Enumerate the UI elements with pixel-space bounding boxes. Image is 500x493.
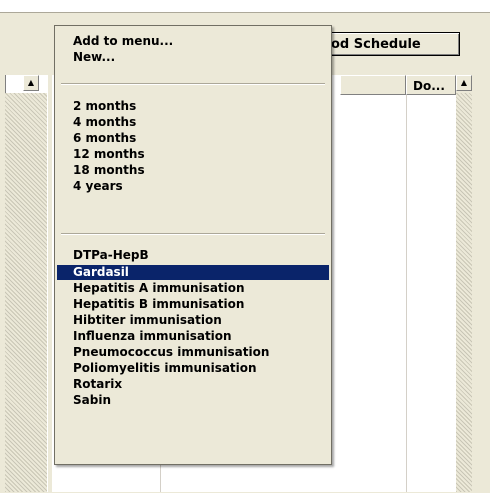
menu-item-6-months[interactable]: 6 months (57, 131, 329, 146)
menu-item-influenza[interactable]: Influenza immunisation (57, 329, 329, 344)
table-column-header-do[interactable]: Do... (406, 75, 456, 95)
menu-item-new[interactable]: New... (57, 50, 329, 65)
menu-item-hepatitis-a[interactable]: Hepatitis A immunisation (57, 281, 329, 296)
menu-item-poliomyelitis[interactable]: Poliomyelitis immunisation (57, 361, 329, 376)
scroll-up-icon: ▲ (460, 78, 468, 87)
menu-item-4-months[interactable]: 4 months (57, 115, 329, 130)
menu-separator (61, 83, 325, 85)
menu-item-sabin[interactable]: Sabin (57, 393, 329, 408)
schedule-button[interactable]: od Schedule (318, 32, 460, 56)
menu-separator (61, 233, 325, 235)
menu-item-pneumococcus[interactable]: Pneumococcus immunisation (57, 345, 329, 360)
menu-item-gardasil[interactable]: Gardasil (57, 265, 329, 280)
menu-item-18-months[interactable]: 18 months (57, 163, 329, 178)
left-scroll-up-button[interactable]: ▲ (23, 75, 39, 91)
menu-item-12-months[interactable]: 12 months (57, 147, 329, 162)
table-column-divider (406, 95, 407, 492)
menu-item-2-months[interactable]: 2 months (57, 99, 329, 114)
table-column-header[interactable] (340, 75, 406, 95)
menu-item-hepatitis-b[interactable]: Hepatitis B immunisation (57, 297, 329, 312)
menu-item-dtpa-hepb[interactable]: DTPa-HepB (57, 248, 329, 263)
menu-item-add-to-menu[interactable]: Add to menu... (57, 34, 329, 49)
left-scrollbar-track[interactable] (5, 93, 47, 492)
right-scrollbar-track[interactable] (456, 93, 472, 492)
menu-item-rotarix[interactable]: Rotarix (57, 377, 329, 392)
right-scroll-up-button[interactable]: ▲ (456, 75, 472, 91)
menu-item-hibtiter[interactable]: Hibtiter immunisation (57, 313, 329, 328)
menu-item-4-years[interactable]: 4 years (57, 179, 329, 194)
context-menu: Add to menu... New... 2 months 4 months … (54, 25, 332, 465)
scroll-up-icon: ▲ (27, 78, 35, 87)
